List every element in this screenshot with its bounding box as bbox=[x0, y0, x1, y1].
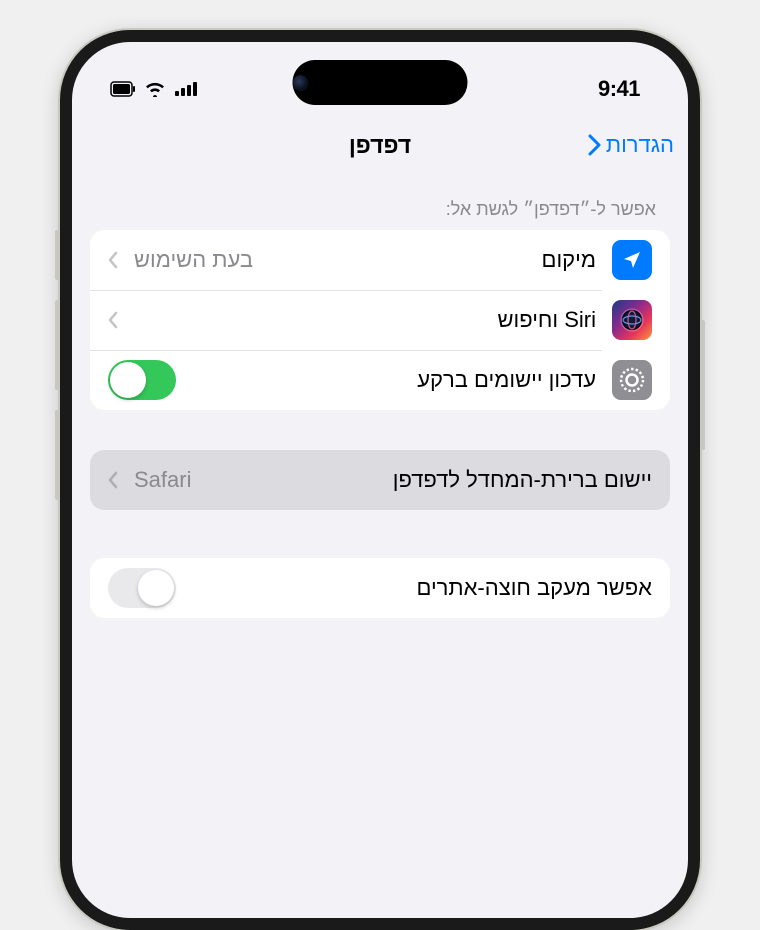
row-default-browser[interactable]: יישום ברירת-המחדל לדפדפן Safari bbox=[90, 450, 670, 510]
row-cross-site-tracking: אפשר מעקב חוצה-אתרים bbox=[90, 558, 670, 618]
chevron-left-icon bbox=[108, 251, 118, 269]
status-time: 9:41 bbox=[598, 76, 640, 102]
section-header-access: אפשר ל-״דפדפן״ לגשת אל: bbox=[72, 173, 688, 230]
toggle-cross-site-tracking[interactable] bbox=[108, 568, 176, 608]
toggle-knob bbox=[138, 570, 174, 606]
front-camera bbox=[293, 75, 309, 91]
row-label: Siri וחיפוש bbox=[134, 307, 596, 333]
settings-group-tracking: אפשר מעקב חוצה-אתרים bbox=[90, 558, 670, 618]
dynamic-island bbox=[293, 60, 468, 105]
row-background-refresh: עדכון יישומים ברקע bbox=[90, 350, 670, 410]
toggle-background-refresh[interactable] bbox=[108, 360, 176, 400]
back-label: הגדרות bbox=[606, 132, 674, 158]
row-label: עדכון יישומים ברקע bbox=[192, 367, 596, 393]
location-icon bbox=[612, 240, 652, 280]
chevron-left-icon bbox=[108, 471, 118, 489]
wifi-icon bbox=[144, 81, 166, 97]
row-label: יישום ברירת-המחדל לדפדפן bbox=[207, 467, 652, 493]
row-siri-search[interactable]: Siri וחיפוש bbox=[90, 290, 670, 350]
settings-group-default-browser: יישום ברירת-המחדל לדפדפן Safari bbox=[90, 450, 670, 510]
cellular-icon bbox=[174, 81, 198, 97]
screen: 9:41 הגדרות דפדפן אפשר ל-״דפדפן״ לגשת אל… bbox=[72, 42, 688, 918]
row-label: מיקום bbox=[269, 247, 596, 273]
siri-icon bbox=[612, 300, 652, 340]
back-button[interactable]: הגדרות bbox=[586, 132, 674, 158]
phone-device-frame: 9:41 הגדרות דפדפן אפשר ל-״דפדפן״ לגשת אל… bbox=[60, 30, 700, 930]
device-volume-down bbox=[55, 410, 60, 500]
toggle-knob bbox=[110, 362, 146, 398]
device-mute-switch bbox=[55, 230, 60, 280]
device-volume-up bbox=[55, 300, 60, 390]
navigation-bar: הגדרות דפדפן bbox=[72, 117, 688, 173]
chevron-right-icon bbox=[586, 133, 602, 157]
row-label: אפשר מעקב חוצה-אתרים bbox=[192, 575, 652, 601]
gear-icon bbox=[612, 360, 652, 400]
device-power-button bbox=[700, 320, 705, 450]
row-value: Safari bbox=[134, 467, 191, 493]
battery-icon bbox=[110, 81, 136, 97]
row-location[interactable]: מיקום בעת השימוש bbox=[90, 230, 670, 290]
chevron-left-icon bbox=[108, 311, 118, 329]
row-value: בעת השימוש bbox=[134, 247, 253, 273]
settings-group-access: מיקום בעת השימוש Siri וחיפוש bbox=[90, 230, 670, 410]
page-title: דפדפן bbox=[349, 132, 411, 159]
